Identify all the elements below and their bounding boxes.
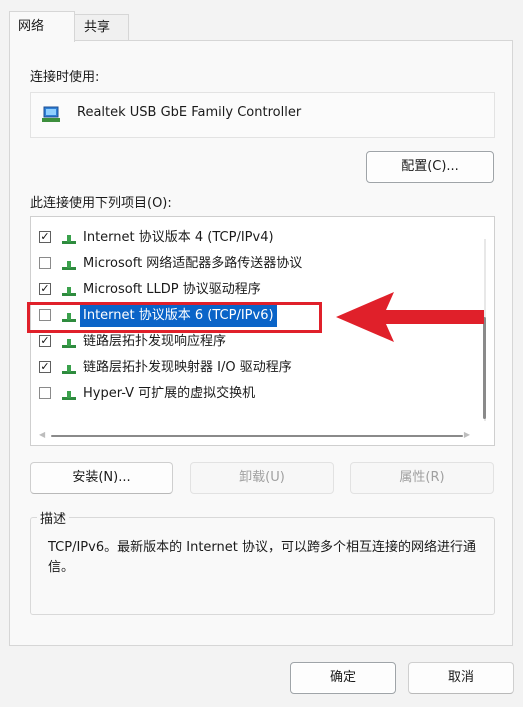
network-adapter-icon [42,106,60,122]
configure-button[interactable]: 配置(C)... [366,151,494,183]
list-item-label: 链路层拓扑发现响应程序 [83,334,227,349]
properties-button[interactable]: 属性(R) [350,462,494,494]
list-item-label: Hyper-V 可扩展的虚拟交换机 [83,386,256,401]
adapter-box: Realtek USB GbE Family Controller [30,92,495,138]
uninstall-button[interactable]: 卸载(U) [190,462,334,494]
list-item-label: Microsoft LLDP 协议驱动程序 [83,282,261,297]
cancel-button[interactable]: 取消 [408,662,514,694]
list-item-label: 链路层拓扑发现映射器 I/O 驱动程序 [83,360,292,375]
checkbox-unchecked[interactable] [39,257,51,269]
description-text: TCP/IPv6。最新版本的 Internet 协议，可以跨多个相互连接的网络进… [48,540,476,575]
ok-button[interactable]: 确定 [290,662,396,694]
network-component-icon [62,339,76,348]
checkbox-checked[interactable]: ✓ [39,231,51,243]
checkbox-unchecked[interactable] [39,387,51,399]
list-item[interactable]: ✓ 链路层拓扑发现映射器 I/O 驱动程序 [39,357,479,379]
horizontal-scrollbar-thumb[interactable] [51,435,463,437]
network-component-icon [62,261,76,270]
network-component-icon [62,287,76,296]
tab-network[interactable]: 网络 [9,11,75,42]
red-arrow-icon [336,292,484,342]
items-label: 此连接使用下列项目(O): [30,196,172,211]
checkbox-checked[interactable]: ✓ [39,335,51,347]
highlight-box [27,302,322,333]
description-legend: 描述 [37,508,70,527]
list-item[interactable]: ✓ Internet 协议版本 4 (TCP/IPv4) [39,227,479,249]
tab-sharing[interactable]: 共享 [71,14,129,41]
list-item-label: Internet 协议版本 4 (TCP/IPv4) [83,230,274,245]
tab-network-label: 网络 [18,19,45,34]
scroll-right-arrow-icon[interactable]: ▶ [464,430,470,439]
list-item[interactable]: Microsoft 网络适配器多路传送器协议 [39,253,479,275]
tab-sharing-label: 共享 [84,20,111,35]
checkbox-checked[interactable]: ✓ [39,361,51,373]
checkbox-checked[interactable]: ✓ [39,283,51,295]
scroll-left-arrow-icon[interactable]: ◀ [39,430,45,439]
connect-using-label: 连接时使用: [30,70,100,85]
list-item[interactable]: Hyper-V 可扩展的虚拟交换机 [39,383,479,405]
network-component-icon [62,391,76,400]
network-component-icon [62,365,76,374]
network-component-icon [62,235,76,244]
install-button[interactable]: 安装(N)... [30,462,173,494]
adapter-name: Realtek USB GbE Family Controller [77,105,302,120]
list-item-label: Microsoft 网络适配器多路传送器协议 [83,256,303,271]
